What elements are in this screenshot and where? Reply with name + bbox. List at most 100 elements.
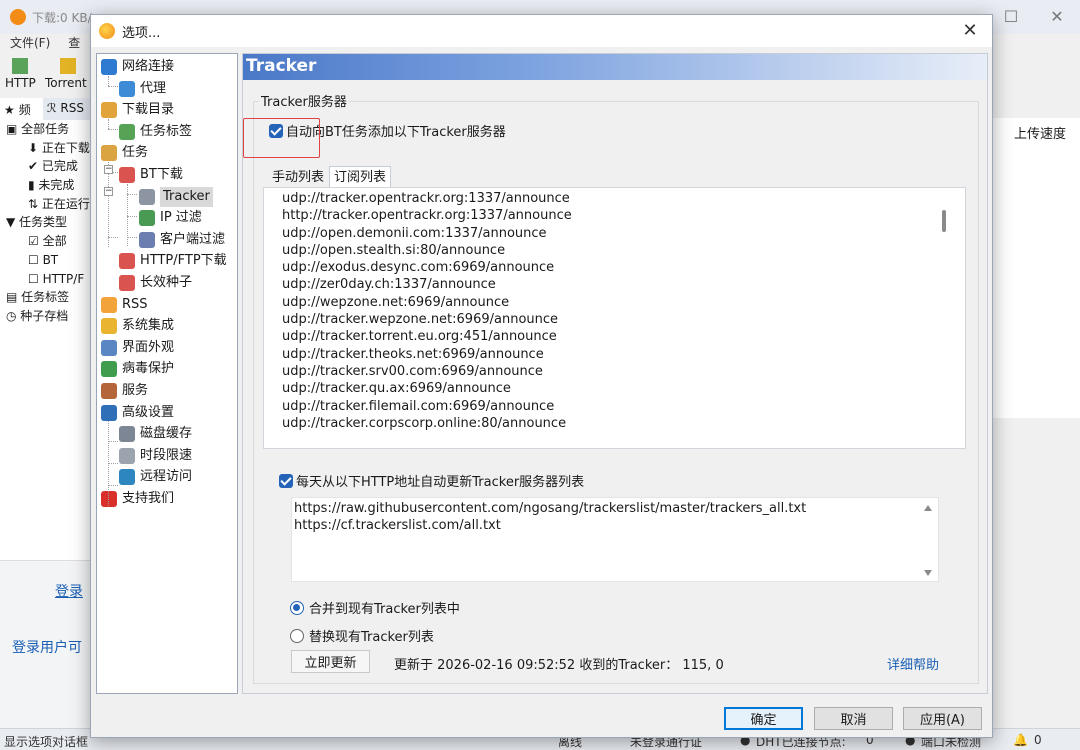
disk-cache-icon — [119, 426, 135, 443]
tree-item[interactable]: ⇅ 正在运行 — [0, 195, 92, 214]
checkbox-checked-icon — [279, 473, 293, 488]
nav-item-5[interactable]: 任务 — [101, 143, 148, 163]
nav-item-6[interactable]: BT下载 — [119, 165, 183, 185]
tree-item[interactable]: ▣ 全部任务 — [0, 120, 92, 139]
scroll-down-icon[interactable] — [924, 570, 932, 576]
list-item[interactable]: http://tracker.opentrackr.org:1337/annou… — [266, 207, 950, 224]
nav-item-13[interactable]: 系统集成 — [101, 316, 174, 336]
task-icon — [101, 145, 117, 162]
radio-selected-icon — [290, 600, 304, 615]
folder-icon — [101, 102, 117, 119]
background-tabs: ★频道 ℛRSS — [0, 98, 92, 134]
collapse-icon[interactable]: − — [104, 165, 113, 174]
apply-button[interactable]: 应用(A) — [903, 707, 982, 730]
tree-item[interactable]: ◷ 种子存档 — [0, 307, 92, 326]
list-item[interactable]: udp://tracker.theoks.net:6969/announce — [266, 346, 950, 363]
update-now-button[interactable]: 立即更新 — [291, 650, 370, 673]
tree-connector — [108, 463, 118, 464]
list-item[interactable]: udp://tracker.srv00.com:6969/announce — [266, 363, 950, 380]
nav-item-label: 长效种子 — [140, 275, 193, 290]
tree-item[interactable]: ▼ 任务类型 — [0, 213, 92, 232]
nav-item-2[interactable]: 代理 — [119, 79, 166, 99]
tab-rss[interactable]: ℛ RSS — [43, 98, 92, 120]
nav-item-4[interactable]: 任务标签 — [119, 122, 192, 142]
scroll-up-icon[interactable] — [924, 505, 932, 511]
nav-item-label: IP 过滤 — [160, 210, 202, 226]
merge-radio[interactable]: 合并到现有Tracker列表中 — [290, 598, 460, 617]
scrollbar-thumb[interactable] — [942, 210, 946, 232]
list-item[interactable]: udp://tracker.torrent.eu.org:451/announc… — [266, 328, 950, 345]
login-link[interactable]: 登录 — [55, 581, 83, 601]
daily-update-checkbox[interactable]: 每天从以下HTTP地址自动更新Tracker服务器列表 — [279, 471, 584, 490]
list-item[interactable]: udp://tracker.corpscorp.online:80/announ… — [266, 415, 950, 432]
list-item[interactable]: udp://tracker.filemail.com:6969/announce — [266, 398, 950, 415]
tree-item[interactable]: ☐ BT — [0, 251, 92, 270]
nav-item-15[interactable]: 病毒保护 — [101, 359, 174, 379]
nav-item-14[interactable]: 界面外观 — [101, 338, 174, 358]
maximize-icon[interactable]: ☐ — [988, 0, 1034, 34]
nav-item-20[interactable]: 远程访问 — [119, 467, 192, 487]
tracker-list-tabs: 手动列表 订阅列表 — [267, 166, 392, 188]
tree-item[interactable]: ☐ HTTP/F — [0, 270, 92, 289]
nav-item-19[interactable]: 时段限速 — [119, 446, 192, 466]
tree-item[interactable]: ▮ 未完成 — [0, 176, 92, 195]
network-icon — [101, 59, 117, 75]
tab-channel[interactable]: ★频道 — [0, 98, 43, 134]
menu-view[interactable]: 查 — [68, 34, 80, 54]
update-url: https://cf.trackerslist.com/all.txt — [294, 518, 501, 533]
close-icon[interactable]: ✕ — [956, 17, 984, 45]
tree-connector — [108, 485, 118, 486]
auto-add-tracker-checkbox[interactable]: 自动向BT任务添加以下Tracker服务器 — [269, 121, 506, 140]
nav-item-label: 客户端过滤 — [160, 231, 226, 247]
nav-item-1[interactable]: 网络连接 — [101, 57, 174, 77]
tree-item[interactable]: ⬇ 正在下载 — [0, 139, 92, 158]
nav-item-17[interactable]: 高级设置 — [101, 403, 174, 423]
cancel-button[interactable]: 取消 — [814, 707, 893, 730]
nav-item-label: 网络连接 — [122, 59, 175, 74]
nav-item-label: 服务 — [122, 383, 149, 398]
collapse-icon[interactable]: − — [104, 187, 113, 196]
checkbox-checked-icon — [269, 123, 283, 138]
tree-connector — [108, 86, 118, 87]
tree-item[interactable]: ☑ 全部 — [0, 232, 92, 251]
list-item[interactable]: udp://zer0day.ch:1337/announce — [266, 276, 950, 293]
ok-button[interactable]: 确定 — [724, 707, 803, 730]
list-item[interactable]: udp://tracker.qu.ax:6969/announce — [266, 380, 950, 397]
nav-item-7[interactable]: Tracker — [139, 186, 213, 207]
advanced-icon — [101, 404, 117, 421]
nav-item-18[interactable]: 磁盘缓存 — [119, 424, 192, 444]
list-item[interactable]: udp://wepzone.net:6969/announce — [266, 294, 950, 311]
nav-item-9[interactable]: 客户端过滤 — [139, 230, 225, 250]
nav-item-11[interactable]: 长效种子 — [119, 273, 192, 293]
tree-item[interactable]: ▤ 任务标签 — [0, 288, 92, 307]
update-urls-textarea[interactable]: https://raw.githubusercontent.com/ngosan… — [291, 497, 939, 582]
tree-connector — [108, 441, 118, 442]
nav-item-8[interactable]: IP 过滤 — [139, 208, 202, 228]
nav-item-16[interactable]: 服务 — [101, 381, 148, 401]
toolbar-http[interactable]: HTTP — [5, 76, 36, 90]
column-header-upload-speed[interactable]: 上传速度 — [1014, 123, 1066, 142]
help-link[interactable]: 详细帮助 — [887, 654, 939, 673]
nav-item-12[interactable]: RSS — [101, 295, 148, 315]
tree-connector — [108, 162, 109, 247]
tab-subscription-list[interactable]: 订阅列表 — [329, 166, 392, 188]
list-item[interactable]: udp://open.stealth.si:80/announce — [266, 242, 950, 259]
list-item[interactable]: udp://exodus.desync.com:6969/announce — [266, 259, 950, 276]
close-icon[interactable]: ✕ — [1034, 0, 1080, 34]
toolbar-torrent[interactable]: Torrent — [45, 76, 87, 90]
nav-item-10[interactable]: HTTP/FTP下载 — [119, 251, 227, 271]
daily-update-label: 每天从以下HTTP地址自动更新Tracker服务器列表 — [296, 475, 585, 490]
background-task-tree: ▣ 全部任务 ⬇ 正在下载 ✔ 已完成 ▮ 未完成 ⇅ 正在运行 ▼ 任务类型 … — [0, 120, 92, 560]
tracker-list[interactable]: udp://tracker.opentrackr.org:1337/announ… — [266, 190, 950, 432]
nav-item-3[interactable]: 下载目录 — [101, 100, 174, 120]
dialog-titlebar: 选项... ✕ — [91, 15, 992, 47]
replace-radio[interactable]: 替换现有Tracker列表 — [290, 626, 434, 645]
list-item[interactable]: udp://tracker.wepzone.net:6969/announce — [266, 311, 950, 328]
tab-manual-list[interactable]: 手动列表 — [267, 166, 329, 188]
nav-item-21[interactable]: 支持我们 — [101, 489, 174, 509]
menu-file[interactable]: 文件(F) — [10, 34, 50, 54]
tree-item[interactable]: ✔ 已完成 — [0, 157, 92, 176]
list-item[interactable]: udp://open.demonii.com:1337/announce — [266, 225, 950, 242]
list-item[interactable]: udp://tracker.opentrackr.org:1337/announ… — [266, 190, 950, 207]
dialog-title: 选项... — [122, 26, 161, 41]
